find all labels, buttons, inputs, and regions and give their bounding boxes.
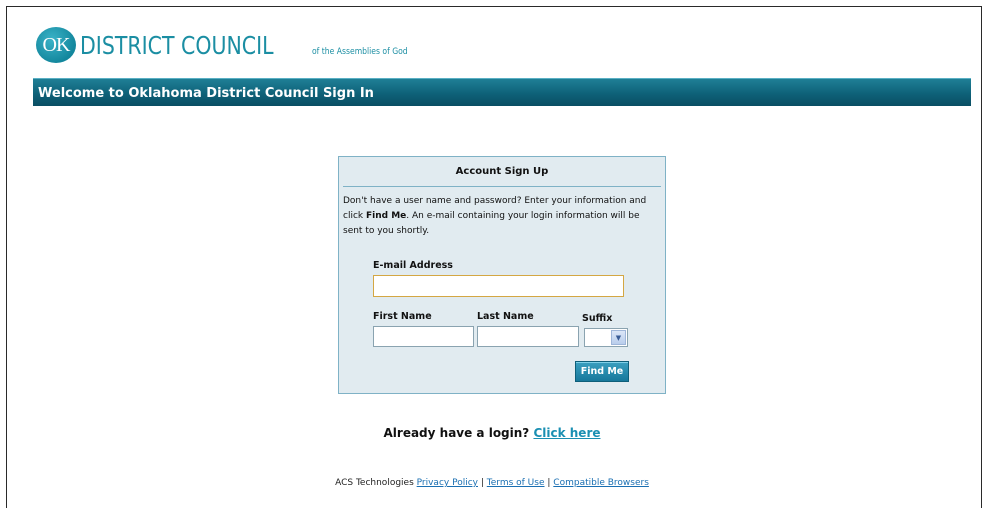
panel-title: Account Sign Up [455,166,549,177]
page-title: Welcome to Oklahoma District Council Sig… [38,86,374,101]
compatible-browsers-link[interactable]: Compatible Browsers [553,478,649,488]
logo-subtitle: of the Assemblies of God [312,47,408,57]
signup-instructions: Don't have a user name and password? Ent… [343,194,659,239]
footer-separator: | [480,478,484,488]
site-logo[interactable]: OK DISTRICT COUNCIL of the Assemblies of… [36,27,408,63]
account-signup-panel: Account Sign Up Don't have a user name a… [338,156,666,394]
suffix-select[interactable]: ▼ [584,328,628,347]
footer-company: ACS Technologies [335,478,414,488]
privacy-policy-link[interactable]: Privacy Policy [417,478,478,488]
login-prompt: Already have a login? Click here [0,426,984,440]
instructions-find-me: Find Me [365,211,407,221]
last-name-input[interactable] [477,326,579,347]
login-prompt-text: Already have a login? [383,426,530,440]
footer-separator: | [547,478,551,488]
email-label: E-mail Address [373,260,453,271]
logo-title: DISTRICT COUNCIL [80,31,274,60]
chevron-down-icon[interactable]: ▼ [611,330,626,345]
email-input[interactable] [373,275,624,297]
last-name-label: Last Name [477,311,534,322]
terms-of-use-link[interactable]: Terms of Use [487,478,545,488]
panel-divider [343,186,661,187]
first-name-input[interactable] [373,326,474,347]
footer: ACS Technologies Privacy Policy | Terms … [0,478,984,488]
logo-badge: OK [36,27,76,63]
click-here-link[interactable]: Click here [533,426,600,440]
first-name-label: First Name [373,311,432,322]
find-me-button[interactable]: Find Me [575,361,629,382]
header-bar: Welcome to Oklahoma District Council Sig… [33,78,971,106]
suffix-label: Suffix [582,313,613,324]
